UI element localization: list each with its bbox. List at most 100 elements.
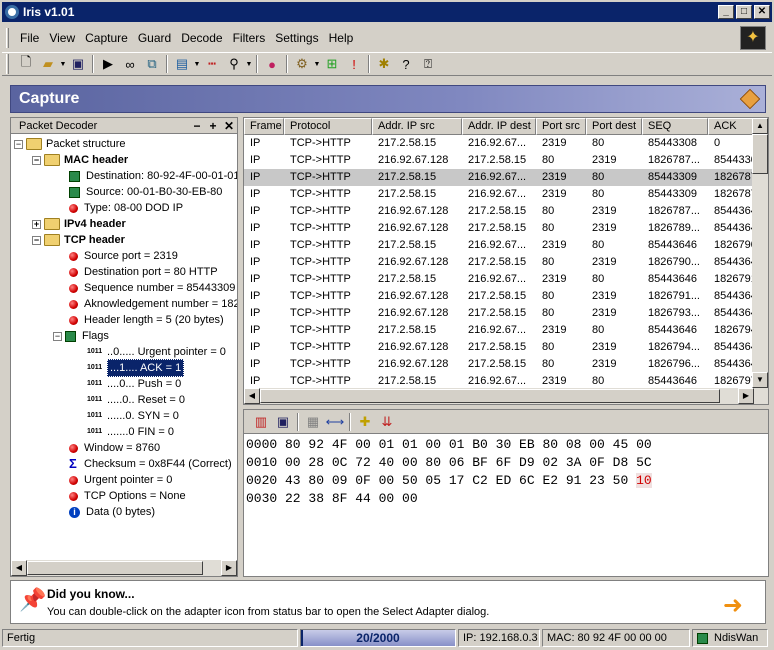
tree-node-tcp-options[interactable]: TCP Options = None bbox=[69, 488, 186, 504]
tools-dropdown-icon[interactable]: ▼ bbox=[313, 61, 321, 68]
scroll-right-icon[interactable]: ▶ bbox=[221, 560, 237, 576]
collapse-all-button[interactable]: − bbox=[189, 119, 205, 133]
expand-icon[interactable]: + bbox=[32, 219, 41, 229]
tree-node-packet-structure[interactable]: − Packet structure bbox=[14, 136, 125, 152]
menu-view[interactable]: View bbox=[44, 31, 80, 45]
menu-guard[interactable]: Guard bbox=[133, 31, 176, 45]
menu-file[interactable]: File bbox=[15, 31, 44, 45]
column-header[interactable]: Port src bbox=[536, 118, 586, 135]
tree-node-sequence-number[interactable]: Sequence number = 85443309 bbox=[69, 280, 235, 296]
scroll-left-icon[interactable]: ◀ bbox=[244, 388, 260, 404]
help-icon[interactable]: ✱ bbox=[373, 54, 395, 74]
menu-help[interactable]: Help bbox=[324, 31, 359, 45]
save-icon[interactable]: ▣ bbox=[67, 54, 89, 74]
open-dropdown-icon[interactable]: ▼ bbox=[59, 61, 67, 68]
alert-icon[interactable]: ! bbox=[343, 54, 365, 74]
tree-node-ipv4-header[interactable]: + IPv4 header bbox=[32, 216, 126, 232]
adapter-status[interactable]: NdisWan bbox=[692, 629, 768, 647]
tree-node-window[interactable]: Window = 8760 bbox=[69, 440, 160, 456]
tree-node-header-length[interactable]: Header length = 5 (20 bytes) bbox=[69, 312, 224, 328]
table-row[interactable]: IP TCP->HTTP 216.92.67.128 217.2.58.15 80 231… bbox=[244, 220, 760, 237]
whatsthis-icon[interactable]: ? bbox=[395, 54, 417, 74]
table-row[interactable]: IP TCP->HTTP 216.92.67.128 217.2.58.15 80 231… bbox=[244, 288, 760, 305]
split-icon[interactable]: ⇊ bbox=[376, 412, 398, 432]
scroll-thumb[interactable] bbox=[27, 561, 203, 575]
toolbar-grip[interactable] bbox=[6, 54, 9, 74]
maximize-button[interactable]: □ bbox=[736, 5, 752, 19]
mark-icon[interactable]: ✚ bbox=[354, 412, 376, 432]
tree-node-urgent-flag[interactable]: 1011 ..0..... Urgent pointer = 0 bbox=[87, 344, 226, 360]
packet-list-horizontal-scrollbar[interactable]: ◀ ▶ bbox=[244, 388, 754, 404]
minimize-button[interactable]: _ bbox=[718, 5, 734, 19]
scroll-up-icon[interactable]: ▲ bbox=[752, 118, 768, 134]
table-row[interactable]: IP TCP->HTTP 216.92.67.128 217.2.58.15 80 231… bbox=[244, 152, 760, 169]
packet-list-vertical-scrollbar[interactable]: ▲ ▼ bbox=[752, 118, 768, 404]
tree-node-syn-flag[interactable]: 1011 ......0. SYN = 0 bbox=[87, 408, 179, 424]
column-header[interactable]: Addr. IP src bbox=[372, 118, 462, 135]
find-icon[interactable]: ⚲ bbox=[223, 54, 245, 74]
menu-decode[interactable]: Decode bbox=[176, 31, 227, 45]
resize-icon[interactable]: ⟷ bbox=[324, 412, 346, 432]
scroll-right-icon[interactable]: ▶ bbox=[738, 388, 754, 404]
tree-node-flags[interactable]: − Flags bbox=[53, 328, 109, 344]
network-icon[interactable]: ⊞ bbox=[321, 54, 343, 74]
table-row[interactable]: IP TCP->HTTP 217.2.58.15 216.92.67... 2319 80… bbox=[244, 322, 760, 339]
table-row[interactable]: IP TCP->HTTP 216.92.67.128 217.2.58.15 80 231… bbox=[244, 305, 760, 322]
column-header[interactable]: SEQ bbox=[642, 118, 708, 135]
close-decoder-button[interactable]: ✕ bbox=[221, 119, 237, 133]
save-icon[interactable]: ▣ bbox=[272, 412, 294, 432]
scroll-down-icon[interactable]: ▼ bbox=[752, 372, 768, 388]
filter-icon[interactable]: ⧉ bbox=[141, 54, 163, 74]
tree-node-destination[interactable]: Destination: 80-92-4F-00-01-01 bbox=[69, 168, 237, 184]
tree-node-ack-flag[interactable]: 1011 ...1.... ACK = 1 bbox=[87, 359, 185, 377]
open-icon[interactable]: ▰ bbox=[37, 54, 59, 74]
table-row[interactable]: IP TCP->HTTP 217.2.58.15 216.92.67... 2319 80… bbox=[244, 169, 760, 186]
stats-icon[interactable]: ● bbox=[261, 54, 283, 74]
new-icon[interactable]: 🗋 bbox=[15, 54, 37, 74]
table-row[interactable]: IP TCP->HTTP 216.92.67.128 217.2.58.15 80 231… bbox=[244, 203, 760, 220]
tree-node-reset-flag[interactable]: 1011 .....0.. Reset = 0 bbox=[87, 392, 185, 408]
line-icon[interactable]: ┅ bbox=[201, 54, 223, 74]
table-row[interactable]: IP TCP->HTTP 217.2.58.15 216.92.67... 2319 80… bbox=[244, 135, 760, 152]
tree-node-data[interactable]: i Data (0 bytes) bbox=[69, 504, 155, 520]
tree-node-urgent-pointer[interactable]: Urgent pointer = 0 bbox=[69, 472, 172, 488]
menu-settings[interactable]: Settings bbox=[270, 31, 323, 45]
tree-node-tcp-header[interactable]: − TCP header bbox=[32, 232, 125, 248]
next-tip-arrow-icon[interactable]: ➜ bbox=[723, 591, 743, 620]
find-dropdown-icon[interactable]: ▼ bbox=[245, 61, 253, 68]
adapter-icon[interactable] bbox=[697, 632, 708, 644]
table-row[interactable]: IP TCP->HTTP 217.2.58.15 216.92.67... 2319 80… bbox=[244, 271, 760, 288]
collapse-icon[interactable]: − bbox=[32, 155, 41, 165]
decode-icon[interactable]: ▤ bbox=[171, 54, 193, 74]
menu-grip[interactable] bbox=[6, 28, 9, 48]
column-header[interactable]: Addr. IP dest bbox=[462, 118, 536, 135]
column-header[interactable]: Frame bbox=[244, 118, 284, 135]
menu-filters[interactable]: Filters bbox=[228, 31, 271, 45]
collapse-icon[interactable]: − bbox=[32, 235, 41, 245]
copy-icon[interactable]: ▦ bbox=[302, 412, 324, 432]
tree-node-acknowledgement[interactable]: Aknowledgement number = 182 bbox=[69, 296, 237, 312]
tree-node-push-flag[interactable]: 1011 ....0... Push = 0 bbox=[87, 376, 181, 392]
table-row[interactable]: IP TCP->HTTP 217.2.58.15 216.92.67... 2319 80… bbox=[244, 237, 760, 254]
expand-all-button[interactable]: + bbox=[205, 119, 221, 133]
tree-node-mac-header[interactable]: − MAC header bbox=[32, 152, 128, 168]
column-header[interactable]: Protocol bbox=[284, 118, 372, 135]
table-row[interactable]: IP TCP->HTTP 216.92.67.128 217.2.58.15 80 231… bbox=[244, 339, 760, 356]
collapse-icon[interactable]: − bbox=[53, 331, 62, 341]
export-icon[interactable]: ▥ bbox=[250, 412, 272, 432]
scroll-left-icon[interactable]: ◀ bbox=[11, 560, 27, 576]
hex-highlighted-byte[interactable]: 10 bbox=[636, 473, 652, 488]
menu-capture[interactable]: Capture bbox=[80, 31, 133, 45]
column-header[interactable]: Port dest bbox=[586, 118, 642, 135]
table-row[interactable]: IP TCP->HTTP 217.2.58.15 216.92.67... 2319 80… bbox=[244, 186, 760, 203]
play-icon[interactable]: ▶ bbox=[97, 54, 119, 74]
tools-icon[interactable]: ⚙ bbox=[291, 54, 313, 74]
close-button[interactable]: ✕ bbox=[754, 5, 770, 19]
table-row[interactable]: IP TCP->HTTP 216.92.67.128 217.2.58.15 80 231… bbox=[244, 254, 760, 271]
decode-dropdown-icon[interactable]: ▼ bbox=[193, 61, 201, 68]
scroll-thumb[interactable] bbox=[260, 389, 720, 403]
table-row[interactable]: IP TCP->HTTP 216.92.67.128 217.2.58.15 80 231… bbox=[244, 356, 760, 373]
pushpin-icon[interactable]: 📌 bbox=[19, 587, 46, 613]
tree-node-source[interactable]: Source: 00-01-B0-30-EB-80 bbox=[69, 184, 222, 200]
decoder-horizontal-scrollbar[interactable]: ◀ ▶ bbox=[11, 560, 237, 576]
